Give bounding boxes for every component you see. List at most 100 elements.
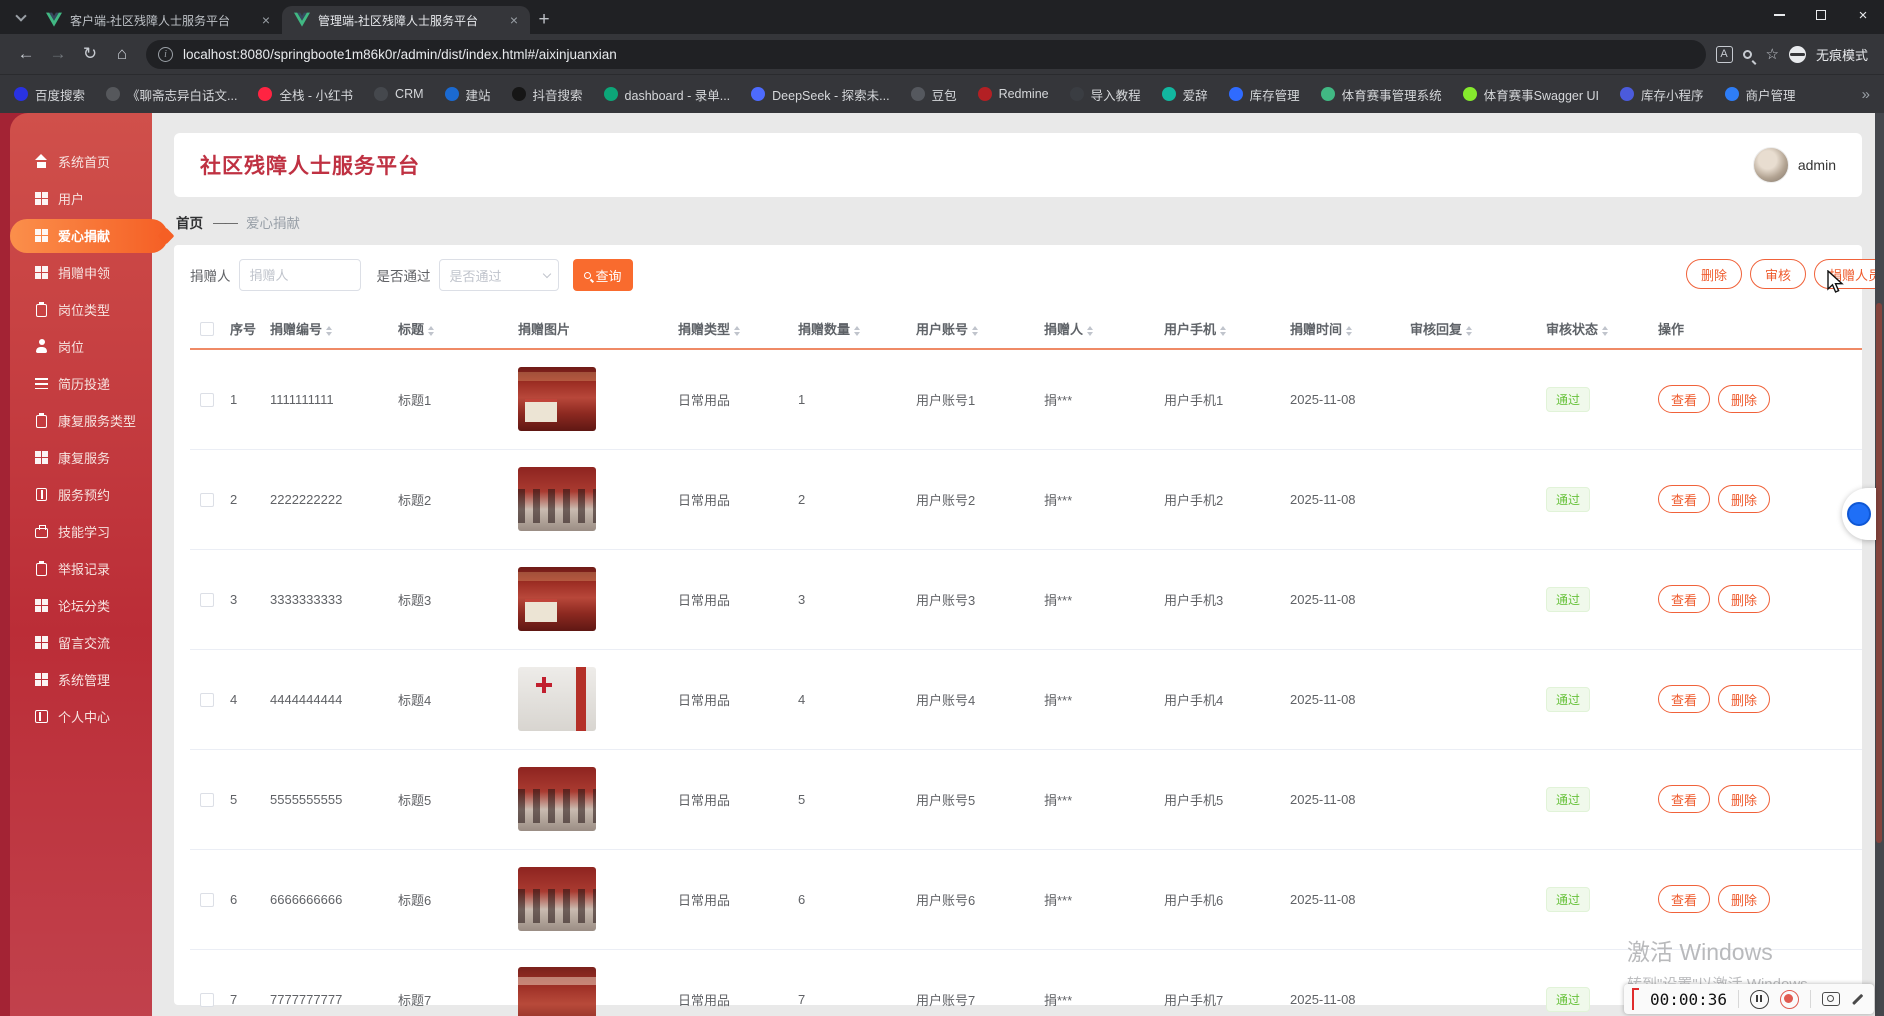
bookmark-item-11[interactable]: 爱辞 (1161, 85, 1208, 104)
sidebar-item-7[interactable]: 康复服务类型 (10, 402, 152, 439)
home-icon[interactable]: ⌂ (108, 40, 136, 68)
sidebar-item-2[interactable]: 爱心捐献 (10, 218, 168, 253)
sidebar-item-9[interactable]: 服务预约 (10, 476, 152, 513)
donation-photo[interactable] (518, 867, 596, 931)
donation-photo[interactable] (518, 967, 596, 1016)
scrollbar[interactable] (1875, 113, 1884, 1016)
sidebar-item-5[interactable]: 岗位 (10, 328, 152, 365)
zoom-icon[interactable] (1742, 49, 1752, 59)
row-checkbox[interactable] (200, 992, 214, 1007)
sidebar-item-3[interactable]: 捐赠申领 (10, 254, 152, 291)
view-button[interactable]: 查看 (1658, 685, 1711, 713)
sidebar-item-10[interactable]: 技能学习 (10, 513, 152, 550)
sort-carets-icon[interactable] (734, 325, 741, 336)
row-checkbox[interactable] (200, 692, 214, 707)
column-header[interactable]: 标题 (388, 309, 508, 350)
sort-carets-icon[interactable] (1087, 325, 1094, 336)
sidebar-item-8[interactable]: 康复服务 (10, 439, 152, 476)
bookmark-item-2[interactable]: 全栈 - 小红书 (258, 85, 353, 104)
sidebar-item-14[interactable]: 系统管理 (10, 661, 152, 698)
column-header[interactable]: 用户账号 (906, 309, 1034, 350)
column-header[interactable]: 用户手机 (1154, 309, 1280, 350)
row-checkbox[interactable] (200, 892, 214, 907)
bookmark-star-icon[interactable]: ☆ (1766, 45, 1779, 63)
forward-icon[interactable]: → (44, 40, 72, 68)
donation-photo[interactable] (518, 667, 596, 731)
sidebar-item-13[interactable]: 留言交流 (10, 624, 152, 661)
column-header[interactable]: 捐赠人 (1034, 309, 1154, 350)
bookmark-item-1[interactable]: 《聊斋志异白话文... (106, 85, 237, 104)
delete-button[interactable]: 删除 (1718, 485, 1771, 513)
sort-carets-icon[interactable] (854, 325, 861, 336)
reload-icon[interactable]: ↻ (76, 40, 104, 68)
pause-icon[interactable] (1750, 989, 1769, 1009)
browser-tab-client[interactable]: 客户端-社区残障人士服务平台 × (34, 6, 282, 34)
bookmark-item-14[interactable]: 体育赛事Swagger UI (1462, 85, 1599, 104)
row-checkbox[interactable] (200, 393, 214, 408)
view-button[interactable]: 查看 (1658, 885, 1711, 913)
delete-button[interactable]: 删除 (1718, 385, 1771, 414)
back-icon[interactable]: ← (12, 40, 40, 68)
bookmark-item-3[interactable]: CRM (374, 87, 424, 101)
record-stop-icon[interactable] (1780, 989, 1799, 1009)
toolbar-action-2[interactable]: 捐赠人员统计 (1813, 259, 1884, 289)
view-button[interactable]: 查看 (1658, 385, 1711, 414)
sort-carets-icon[interactable] (428, 325, 435, 336)
column-header[interactable]: 捐赠时间 (1280, 309, 1400, 350)
close-button[interactable]: × (1842, 0, 1884, 30)
bookmark-item-10[interactable]: 导入教程 (1069, 85, 1141, 104)
delete-button[interactable]: 删除 (1718, 585, 1771, 613)
donation-photo[interactable] (518, 567, 596, 631)
sidebar-item-11[interactable]: 举报记录 (10, 550, 152, 587)
breadcrumb-home[interactable]: 首页 (176, 212, 203, 232)
column-header[interactable]: 捐赠数量 (788, 309, 906, 350)
maximize-button[interactable] (1800, 0, 1842, 30)
bookmark-item-16[interactable]: 商户管理 (1724, 85, 1796, 104)
tab-close-icon[interactable]: × (258, 12, 274, 28)
view-button[interactable]: 查看 (1658, 785, 1711, 813)
bookmark-item-13[interactable]: 体育赛事管理系统 (1320, 85, 1442, 104)
tab-close-icon[interactable]: × (506, 12, 522, 28)
sidebar-item-12[interactable]: 论坛分类 (10, 587, 152, 624)
new-tab-button[interactable]: + (530, 6, 558, 34)
bookmark-item-0[interactable]: 百度搜索 (14, 85, 85, 104)
view-button[interactable]: 查看 (1658, 585, 1711, 613)
donation-photo[interactable] (518, 367, 596, 432)
site-info-icon[interactable]: i (158, 46, 173, 62)
bookmark-item-7[interactable]: DeepSeek - 探索未... (751, 85, 890, 104)
bookmark-item-5[interactable]: 抖音搜索 (511, 85, 583, 104)
tab-search-chevron-icon[interactable] (8, 4, 34, 30)
delete-button[interactable]: 删除 (1718, 785, 1771, 813)
pencil-icon[interactable] (1852, 993, 1863, 1005)
sort-carets-icon[interactable] (1346, 325, 1353, 336)
row-checkbox[interactable] (200, 792, 214, 807)
sort-carets-icon[interactable] (326, 325, 333, 336)
column-header[interactable]: 审核回复 (1400, 309, 1536, 350)
row-checkbox[interactable] (200, 492, 214, 507)
bookmarks-overflow-icon[interactable]: » (1862, 86, 1870, 103)
sidebar-item-1[interactable]: 用户 (10, 180, 152, 217)
camera-icon[interactable] (1822, 992, 1840, 1006)
view-button[interactable]: 查看 (1658, 485, 1711, 513)
column-header[interactable]: 捐赠编号 (260, 309, 388, 350)
delete-button[interactable]: 删除 (1718, 685, 1771, 713)
donation-photo[interactable] (518, 767, 596, 831)
bookmark-item-9[interactable]: Redmine (977, 87, 1049, 101)
user-menu[interactable]: admin (1752, 147, 1836, 183)
bookmark-item-8[interactable]: 豆包 (910, 85, 957, 104)
donor-input[interactable] (238, 259, 361, 291)
toolbar-action-0[interactable]: 删除 (1685, 259, 1742, 289)
column-header[interactable]: 捐赠类型 (668, 309, 788, 350)
row-checkbox[interactable] (200, 592, 214, 607)
url-bar[interactable]: i localhost:8080/springboote1m86k0r/admi… (146, 39, 1706, 69)
bookmark-item-6[interactable]: dashboard - 录单... (603, 85, 730, 104)
bookmark-item-15[interactable]: 库存小程序 (1619, 85, 1704, 104)
select-all-checkbox[interactable] (200, 322, 214, 337)
translate-icon[interactable]: A (1715, 45, 1733, 63)
toolbar-action-1[interactable]: 审核 (1749, 259, 1806, 289)
search-button[interactable]: 查询 (572, 259, 633, 291)
browser-tab-admin[interactable]: 管理端-社区残障人士服务平台 × (282, 6, 530, 34)
sidebar-item-15[interactable]: 个人中心 (10, 698, 152, 735)
bookmark-item-4[interactable]: 建站 (444, 85, 491, 104)
sort-carets-icon[interactable] (1220, 325, 1227, 336)
